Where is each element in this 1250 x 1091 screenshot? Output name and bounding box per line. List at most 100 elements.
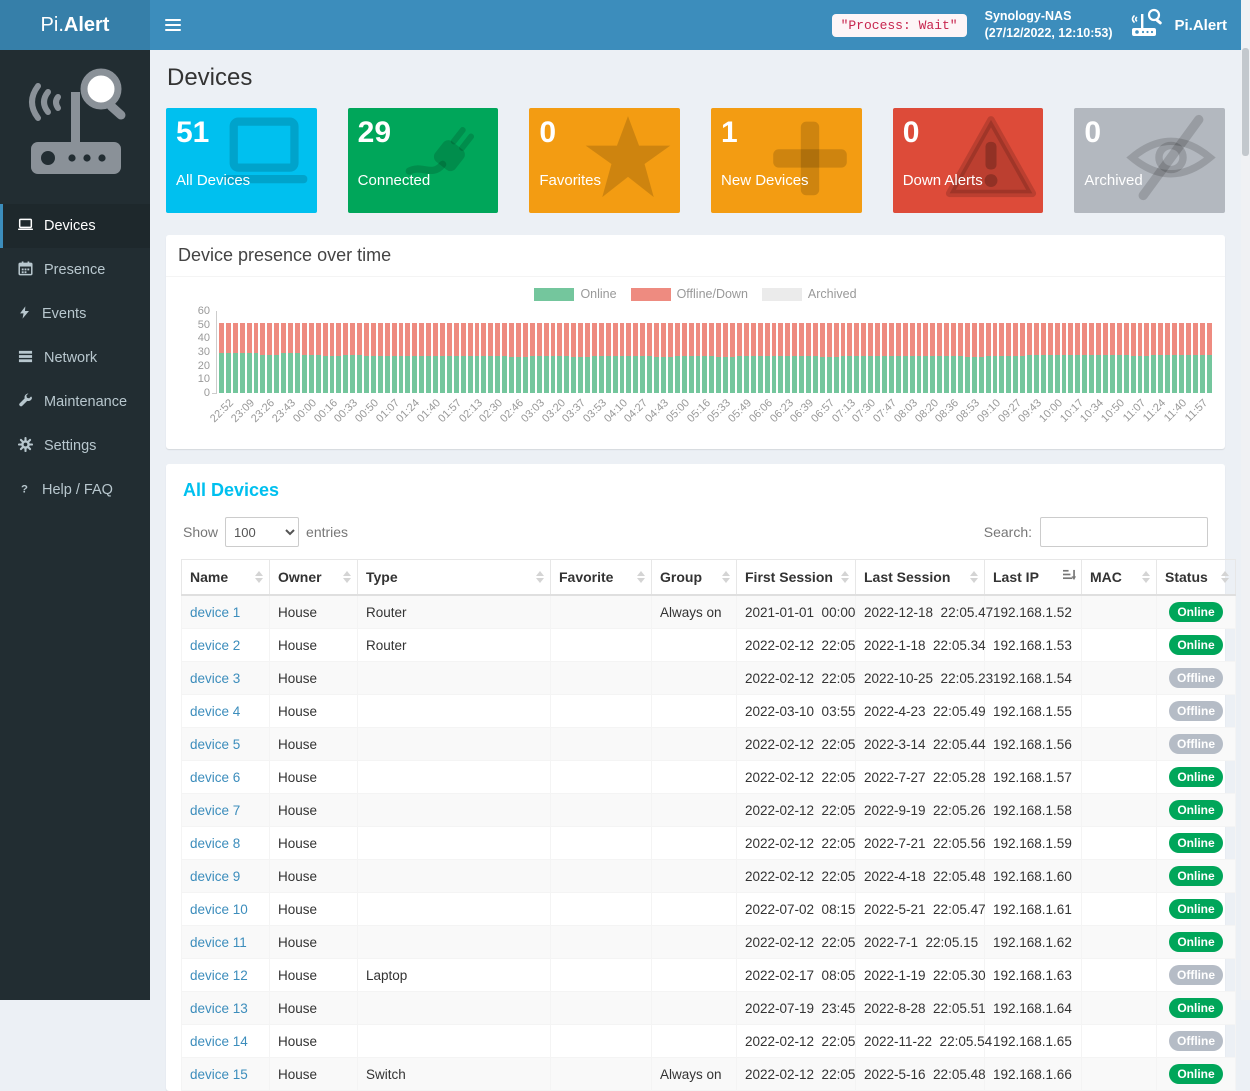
table-row: device 7House2022-02-12 22:052022-9-19 2… xyxy=(182,794,1236,827)
presence-chart-panel: Device presence over time OnlineOffline/… xyxy=(166,235,1225,449)
y-tick-label: 0 xyxy=(204,387,210,399)
chart-bar xyxy=(758,311,763,393)
chart-bar xyxy=(240,311,245,393)
column-header-last-ip[interactable]: Last IP xyxy=(985,560,1082,596)
sidebar: DevicesPresenceEventsNetworkMaintenanceS… xyxy=(0,50,150,1000)
column-header-mac[interactable]: MAC xyxy=(1082,560,1157,596)
device-link[interactable]: device 3 xyxy=(190,671,240,686)
table-row: device 4House2022-03-10 03:552022-4-23 2… xyxy=(182,695,1236,728)
column-header-last-session[interactable]: Last Session xyxy=(856,560,985,596)
top-header: Pi.Alert "Process: Wait" Synology-NAS (2… xyxy=(0,0,1241,50)
chart-bar xyxy=(1075,311,1080,393)
device-link[interactable]: device 4 xyxy=(190,704,240,719)
table-row: device 6House2022-02-12 22:052022-7-27 2… xyxy=(182,761,1236,794)
column-header-first-session[interactable]: First Session xyxy=(737,560,856,596)
device-link[interactable]: device 6 xyxy=(190,770,240,785)
card-down-alerts[interactable]: 0 Down Alerts xyxy=(893,108,1044,213)
chart-legend: OnlineOffline/DownArchived xyxy=(180,287,1211,301)
chart-bar xyxy=(778,311,783,393)
brand-link[interactable]: Pi.Alert xyxy=(1130,8,1227,42)
app-logo-prefix: Pi. xyxy=(41,14,64,37)
pialert-router-icon xyxy=(1130,8,1166,42)
column-header-name[interactable]: Name xyxy=(182,560,270,596)
laptop-icon xyxy=(18,217,33,236)
page-length-select[interactable]: 100 xyxy=(225,517,299,547)
chart-bar xyxy=(392,311,397,393)
search-input[interactable] xyxy=(1040,517,1208,547)
card-new-devices[interactable]: 1 New Devices xyxy=(711,108,862,213)
chart-bar xyxy=(903,311,908,393)
device-link[interactable]: device 5 xyxy=(190,737,240,752)
chart-bar xyxy=(986,311,991,393)
device-link[interactable]: device 7 xyxy=(190,803,240,818)
card-value: 0 xyxy=(1084,116,1215,151)
column-header-type[interactable]: Type xyxy=(358,560,551,596)
column-header-group[interactable]: Group xyxy=(652,560,737,596)
device-link[interactable]: device 11 xyxy=(190,935,247,950)
sort-icon xyxy=(637,571,645,583)
chart-bars xyxy=(217,311,1211,393)
page-scrollbar[interactable] xyxy=(1241,0,1250,1000)
chart-bar xyxy=(1034,311,1039,393)
chart-bar xyxy=(1179,311,1184,393)
device-link[interactable]: device 10 xyxy=(190,902,248,917)
column-header-status[interactable]: Status xyxy=(1157,560,1236,596)
chart-bar xyxy=(854,311,859,393)
column-header-owner[interactable]: Owner xyxy=(270,560,358,596)
chart-bar xyxy=(302,311,307,393)
sidebar-item-help-faq[interactable]: ?Help / FAQ xyxy=(0,468,150,512)
device-link[interactable]: device 12 xyxy=(190,968,248,983)
app-logo[interactable]: Pi.Alert xyxy=(0,0,150,50)
chart-bar xyxy=(1055,311,1060,393)
card-label: Down Alerts xyxy=(903,172,983,189)
sidebar-item-devices[interactable]: Devices xyxy=(0,204,150,248)
chart-bar xyxy=(606,311,611,393)
sidebar-item-events[interactable]: Events xyxy=(0,292,150,336)
card-label: All Devices xyxy=(176,172,250,189)
device-link[interactable]: device 13 xyxy=(190,1001,248,1016)
sort-icon xyxy=(343,571,351,583)
card-archived[interactable]: 0 Archived xyxy=(1074,108,1225,213)
sidebar-item-network[interactable]: Network xyxy=(0,336,150,380)
chart-bar xyxy=(917,311,922,393)
sidebar-item-settings[interactable]: Settings xyxy=(0,424,150,468)
device-link[interactable]: device 1 xyxy=(190,605,240,620)
device-link[interactable]: device 2 xyxy=(190,638,240,653)
chart-plot-area xyxy=(216,311,1211,393)
chart-bar xyxy=(709,311,714,393)
chart-bar xyxy=(785,311,790,393)
chart-bar xyxy=(281,311,286,393)
chart-bar xyxy=(481,311,486,393)
sidebar-item-maintenance[interactable]: Maintenance xyxy=(0,380,150,424)
legend-swatch xyxy=(534,288,574,301)
chart-bar xyxy=(1131,311,1136,393)
sidebar-item-presence[interactable]: Presence xyxy=(0,248,150,292)
chart-bar xyxy=(1207,311,1212,393)
chart-bar xyxy=(564,311,569,393)
card-all-devices[interactable]: 51 All Devices xyxy=(166,108,317,213)
card-favorites[interactable]: 0 Favorites xyxy=(529,108,680,213)
chart-bar xyxy=(357,311,362,393)
scrollbar-thumb[interactable] xyxy=(1242,48,1249,156)
chart-bar xyxy=(530,311,535,393)
chart-bar xyxy=(661,311,666,393)
chart-bar xyxy=(551,311,556,393)
chart-bar xyxy=(744,311,749,393)
device-link[interactable]: device 8 xyxy=(190,836,240,851)
sort-icon xyxy=(536,571,544,583)
device-link[interactable]: device 15 xyxy=(190,1067,248,1082)
chart-bar xyxy=(219,311,224,393)
process-status-badge: "Process: Wait" xyxy=(832,14,967,37)
card-connected[interactable]: 29 Connected xyxy=(348,108,499,213)
chart-bar xyxy=(772,311,777,393)
sidebar-toggle-button[interactable] xyxy=(150,0,196,50)
status-badge: Offline xyxy=(1169,965,1223,985)
chart-bar xyxy=(592,311,597,393)
column-header-favorite[interactable]: Favorite xyxy=(551,560,652,596)
bolt-icon xyxy=(18,305,31,324)
sort-icon xyxy=(722,571,730,583)
question-icon: ? xyxy=(18,481,31,500)
device-link[interactable]: device 14 xyxy=(190,1034,248,1049)
chart-bar xyxy=(378,311,383,393)
device-link[interactable]: device 9 xyxy=(190,869,240,884)
